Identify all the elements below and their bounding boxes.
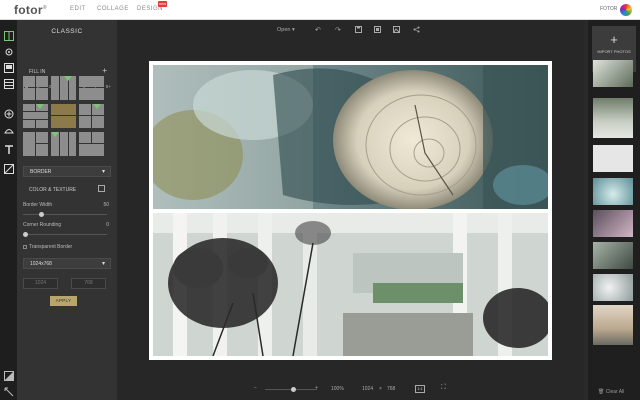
text-icon[interactable] <box>3 144 14 155</box>
template-thumbnail-selected[interactable] <box>51 104 76 128</box>
tool-icon-bar <box>0 20 17 400</box>
template-thumbnail[interactable] <box>23 76 48 100</box>
stickers-icon[interactable] <box>3 124 14 135</box>
canvas-size-value: 1024x768 <box>30 261 52 267</box>
border-width-label: Border Width <box>23 202 53 208</box>
trash-icon: 🗑 <box>598 389 605 395</box>
chevron-down-icon: ▾ <box>101 261 105 267</box>
layout-icon[interactable] <box>3 30 14 41</box>
template-thumbnail[interactable] <box>23 132 48 156</box>
save-icon[interactable] <box>355 26 362 35</box>
photo-thumbnail[interactable] <box>593 274 633 301</box>
photo-thumbnail[interactable] <box>593 145 633 172</box>
transparent-border-checkbox[interactable] <box>23 244 27 249</box>
texture-swatch-icon[interactable] <box>98 185 105 192</box>
artistic-collage-icon[interactable] <box>3 46 14 57</box>
zoom-slider[interactable] <box>265 387 317 392</box>
photo-thumbnail[interactable] <box>593 178 633 205</box>
top-bar: fotor® EDIT COLLAGE DESIGN new FOTOR <box>0 0 640 20</box>
canvas-size-select[interactable]: 1024x768 ▾ <box>23 258 111 269</box>
corner-rounding-label: Corner Rounding <box>23 222 62 228</box>
templates-icon[interactable] <box>3 78 14 89</box>
border-width-value: 50 <box>103 202 109 208</box>
slider-knob[interactable] <box>39 212 44 217</box>
fit-screen-icon[interactable]: ⛶ <box>441 384 446 392</box>
width-input[interactable]: 1024 <box>23 278 58 289</box>
image-export-icon[interactable] <box>393 26 400 35</box>
share-icon[interactable] <box>413 26 420 35</box>
fotor-logo[interactable]: fotor® <box>14 3 47 17</box>
pattern-icon[interactable] <box>3 163 14 174</box>
new-badge: new <box>158 1 167 7</box>
nav-edit[interactable]: EDIT <box>70 6 86 12</box>
classic-collage-panel: CLASSIC FILL IN + All 2 3 4 5 6 7 8+ <box>17 20 117 400</box>
brand-label: FOTOR <box>600 6 618 12</box>
template-thumbnail[interactable] <box>79 104 104 128</box>
clear-all-button[interactable]: 🗑 Clear All <box>598 389 624 395</box>
add-icon[interactable]: + <box>102 66 107 75</box>
transparent-border-row[interactable]: Transparent Border <box>23 244 72 250</box>
slider-knob[interactable] <box>291 387 296 392</box>
photo-stitching-icon[interactable] <box>3 62 14 73</box>
panel-title: CLASSIC <box>51 28 83 35</box>
photo-thumbnail[interactable] <box>593 60 633 87</box>
photo-thumbnail[interactable] <box>593 305 633 345</box>
zoom-out-icon[interactable]: − <box>254 385 257 391</box>
template-thumbnail[interactable] <box>51 132 76 156</box>
photo-thumbnail[interactable] <box>593 242 633 269</box>
photo-tray: + IMPORT PHOTOS 🗑 Clear All <box>588 20 640 400</box>
photo-thumbnail[interactable] <box>593 210 633 237</box>
canvas-height-readout: 768 <box>387 386 396 392</box>
border-width-slider[interactable] <box>23 212 107 217</box>
collage-photo-tree-stump[interactable] <box>153 65 548 209</box>
collage-photo-garden-fence[interactable] <box>153 213 548 356</box>
zoom-value: 100% <box>331 386 344 392</box>
add-icon: + <box>610 32 618 47</box>
clear-all-label: Clear All <box>605 389 625 395</box>
template-thumbnail[interactable] <box>79 76 104 100</box>
template-thumbnail[interactable] <box>79 132 104 156</box>
height-input[interactable]: 768 <box>71 278 106 289</box>
photo-thumbnail[interactable] <box>593 98 633 138</box>
open-menu[interactable]: Open ▾ <box>277 27 295 33</box>
import-photos-label: IMPORT PHOTOS <box>597 49 631 54</box>
template-thumbnail[interactable] <box>51 76 76 100</box>
actual-size-button[interactable]: 1:1 <box>415 385 425 393</box>
color-texture-row[interactable]: COLOR & TEXTURE <box>23 185 111 196</box>
undo-icon[interactable]: ↶ <box>315 26 321 34</box>
apply-button[interactable]: APPLY <box>50 296 77 306</box>
border-select[interactable]: BORDER ▾ <box>23 166 111 177</box>
zoom-bar: − + 100% 1024 × 768 1:1 ⛶ <box>117 384 585 396</box>
nav-collage[interactable]: COLLAGE <box>97 6 129 12</box>
canvas-width-readout: 1024 <box>362 386 374 392</box>
template-thumbnail[interactable] <box>23 104 48 128</box>
redo-icon[interactable]: ↷ <box>335 26 341 34</box>
zoom-in-icon[interactable]: + <box>315 385 318 391</box>
border-label: BORDER <box>30 169 52 175</box>
fullscreen-icon[interactable] <box>3 386 14 397</box>
resize-icon[interactable] <box>374 26 381 35</box>
compare-icon[interactable] <box>3 370 14 381</box>
chevron-down-icon: ▾ <box>101 169 105 175</box>
canvas-toolbar: Open ▾ ↶ ↷ <box>117 24 585 38</box>
collage-canvas[interactable] <box>149 61 552 360</box>
color-texture-label: COLOR & TEXTURE <box>29 187 77 193</box>
corner-rounding-slider[interactable] <box>23 232 107 237</box>
color-wheel-icon[interactable] <box>620 4 632 16</box>
transparent-border-label: Transparent Border <box>29 244 73 250</box>
fill-in-label: FILL IN <box>29 69 46 75</box>
slider-knob[interactable] <box>23 232 28 237</box>
times-glyph: × <box>379 386 382 392</box>
corner-rounding-value: 0 <box>106 222 109 228</box>
add-icon[interactable] <box>3 108 14 119</box>
count-tab-8plus[interactable]: 8+ <box>106 84 111 92</box>
